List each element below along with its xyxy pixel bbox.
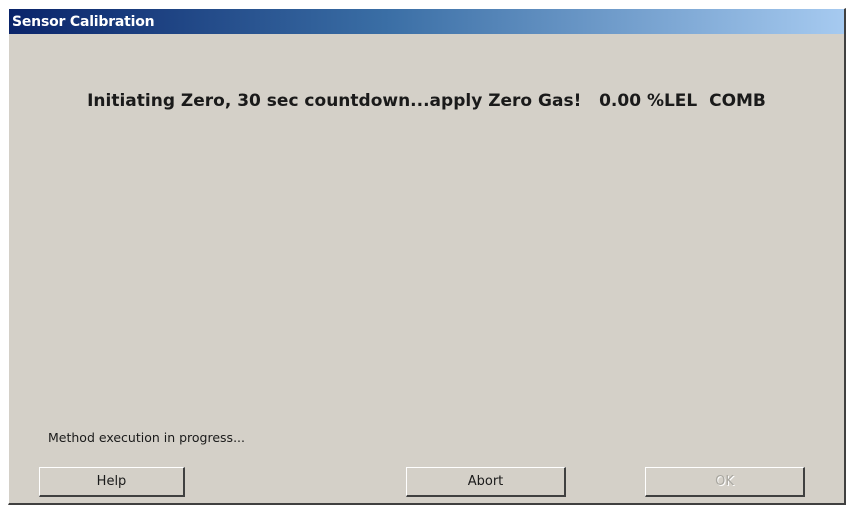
status-text: Method execution in progress... (48, 430, 245, 445)
sensor-calibration-dialog: Sensor Calibration Initiating Zero, 30 s… (8, 8, 846, 505)
title-bar[interactable]: Sensor Calibration (9, 9, 844, 34)
calibration-message: Initiating Zero, 30 sec countdown...appl… (87, 91, 766, 111)
abort-button[interactable]: Abort (406, 467, 566, 497)
window-title: Sensor Calibration (12, 13, 155, 30)
help-button[interactable]: Help (39, 467, 185, 497)
ok-button: OK (645, 467, 805, 497)
